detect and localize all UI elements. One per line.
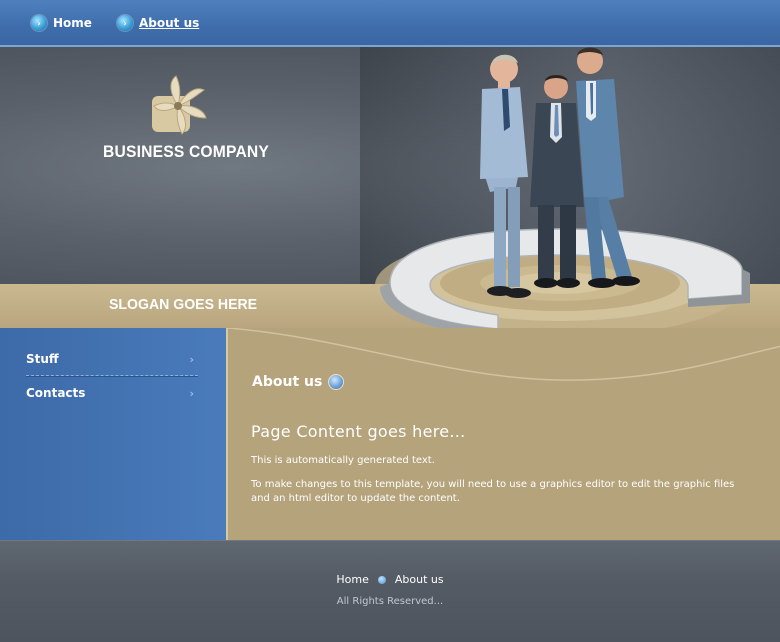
nav-about-label: About us xyxy=(139,16,200,30)
content-paragraph: To make changes to this template, you wi… xyxy=(251,479,735,504)
section-title: About us xyxy=(252,374,345,390)
nav-bullet-icon: › xyxy=(31,15,47,31)
nav-home-label: Home xyxy=(53,16,92,30)
footer-bullet-icon xyxy=(377,575,386,584)
footer xyxy=(0,540,780,642)
content-paragraph: This is automatically generated text. xyxy=(251,455,435,466)
chevron-right-icon: › xyxy=(189,386,194,400)
copyright-text: All Rights Reserved... xyxy=(336,596,444,607)
top-navigation: › Home › About us xyxy=(0,0,780,47)
footer-about-link[interactable]: About us xyxy=(395,573,444,586)
sidebar-item-label: Stuff xyxy=(26,352,59,366)
nav-bullet-icon: › xyxy=(117,15,133,31)
footer-home-link[interactable]: Home xyxy=(336,573,368,586)
company-logo-icon xyxy=(152,75,207,135)
sidebar-item-label: Contacts xyxy=(26,386,86,400)
business-people-illustration xyxy=(375,47,750,337)
nav-home-link[interactable]: › Home xyxy=(31,13,92,33)
content-heading: Page Content goes here... xyxy=(251,422,466,441)
sidebar-item-contacts[interactable]: Contacts › xyxy=(26,378,198,408)
section-title-text: About us xyxy=(252,374,323,390)
sidebar-divider xyxy=(26,375,198,377)
globe-bullet-icon xyxy=(328,374,345,390)
nav-about-link[interactable]: › About us xyxy=(117,13,199,33)
sidebar-item-stuff[interactable]: Stuff › xyxy=(26,344,198,374)
footer-links: Home About us xyxy=(0,573,780,586)
slogan-text: SLOGAN GOES HERE xyxy=(109,296,258,313)
company-name: BUSINESS COMPANY xyxy=(103,142,270,161)
chevron-right-icon: › xyxy=(189,352,194,366)
